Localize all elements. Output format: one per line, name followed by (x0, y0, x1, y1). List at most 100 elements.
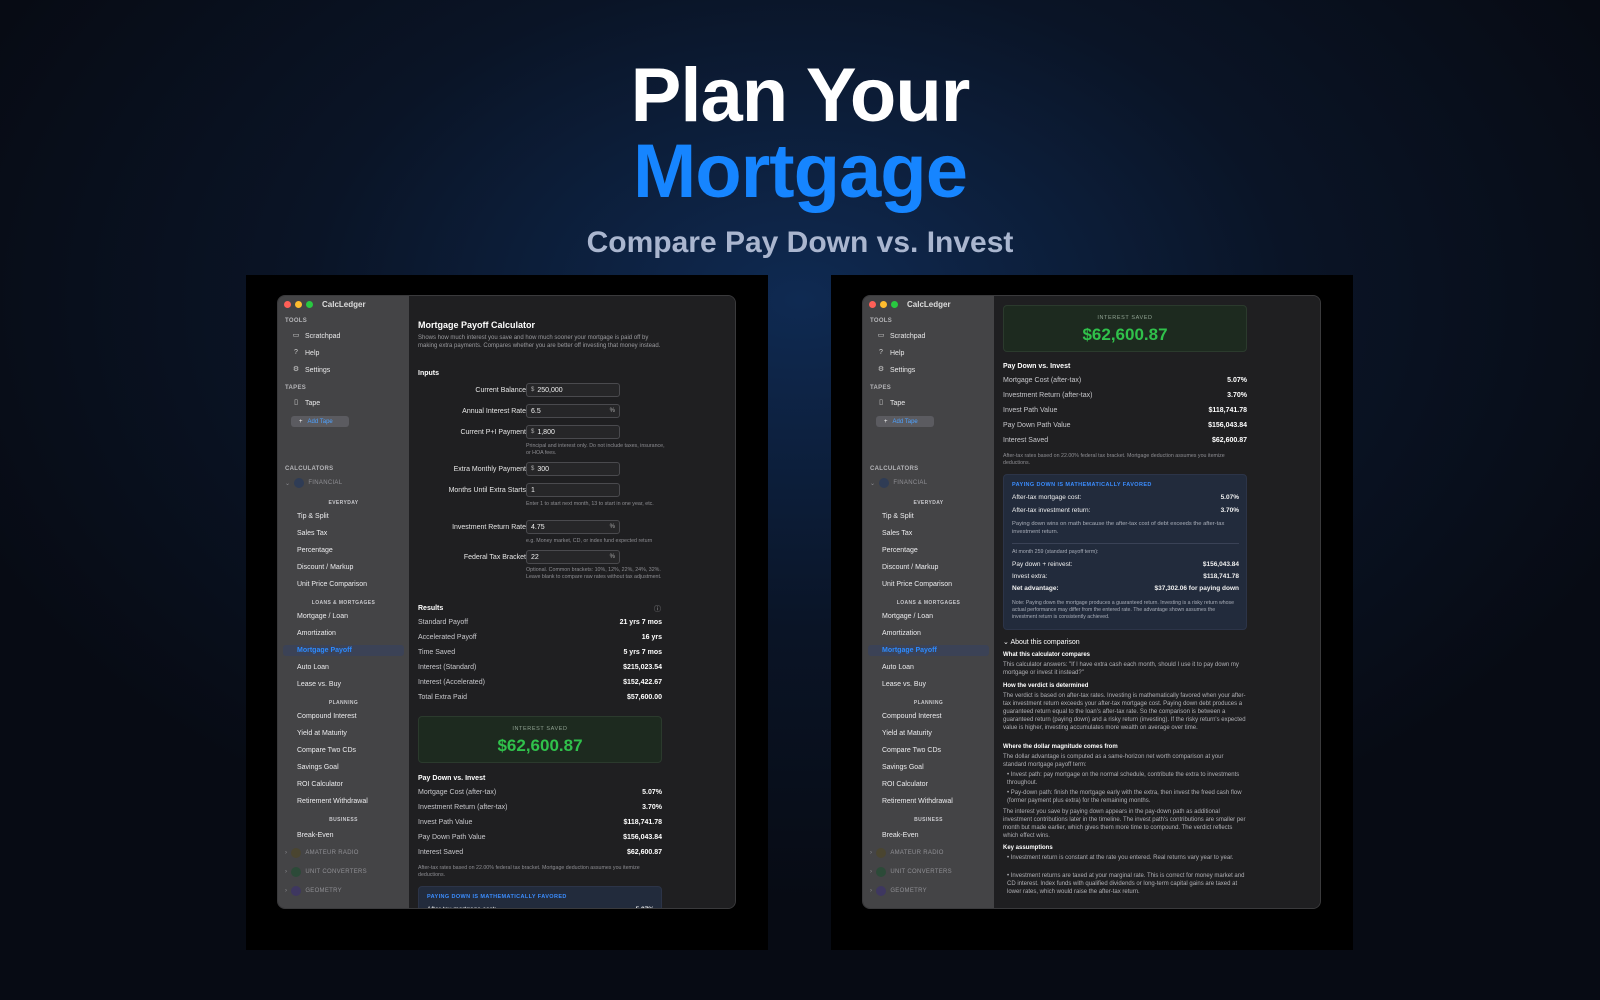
close-window-button[interactable] (869, 301, 876, 308)
extra-payment-label: Extra Monthly Payment (453, 466, 526, 473)
group-unit-converters[interactable]: › UNIT CONVERTERS (870, 867, 952, 877)
interest-saved-label: INTEREST SAVED (1097, 315, 1153, 321)
calc-savings-goal[interactable]: Savings Goal (297, 762, 339, 773)
tax-bracket-help: Optional. Common brackets: 10%, 12%, 22%… (526, 567, 662, 581)
comparison-row: Invest Path Value $118,741.78 (1003, 407, 1247, 414)
sidebar-item-tape[interactable]: ▯ Tape (292, 398, 320, 408)
tapes-section-label: TAPES (870, 385, 892, 391)
calc-unit-price[interactable]: Unit Price Comparison (297, 579, 367, 590)
calc-roi[interactable]: ROI Calculator (297, 779, 343, 790)
tax-bracket-label: Federal Tax Bracket (463, 554, 526, 561)
loans-subheading: LOANS & MORTGAGES (311, 600, 376, 606)
calc-break-even[interactable]: Break-Even (297, 830, 334, 841)
calc-yield-at-maturity[interactable]: Yield at Maturity (297, 728, 347, 739)
group-amateur-radio[interactable]: › AMATEUR RADIO (285, 848, 359, 858)
calc-lease-vs-buy[interactable]: Lease vs. Buy (297, 679, 341, 690)
calc-percentage[interactable]: Percentage (297, 545, 333, 556)
add-tape-button[interactable]: + Add Tape (876, 416, 934, 427)
interest-rate-input[interactable]: 6.5% (526, 404, 620, 418)
calc-amortization[interactable]: Amortization (882, 628, 921, 639)
info-icon[interactable]: ⓘ (654, 604, 661, 614)
zoom-window-button[interactable] (306, 301, 313, 308)
calc-retirement-withdrawal[interactable]: Retirement Withdrawal (297, 796, 368, 807)
antenna-icon (291, 848, 302, 858)
calc-mortgage-loan[interactable]: Mortgage / Loan (882, 611, 933, 622)
calc-amortization[interactable]: Amortization (297, 628, 336, 639)
sidebar: CalcLedger TOOLS ▭ Scratchpad ? Help ⚙ Sett… (863, 296, 994, 908)
calc-compare-cds[interactable]: Compare Two CDs (297, 745, 356, 756)
calc-retirement-withdrawal[interactable]: Retirement Withdrawal (882, 796, 953, 807)
group-geometry[interactable]: › GEOMETRY (870, 886, 927, 896)
zoom-window-button[interactable] (891, 301, 898, 308)
group-financial[interactable]: ⌄ FINANCIAL (870, 478, 927, 488)
about-text: This calculator answers: "If I have extr… (1003, 662, 1239, 677)
calc-compound-interest[interactable]: Compound Interest (297, 711, 357, 722)
compass-icon (291, 886, 302, 896)
investment-rate-input[interactable]: 4.75% (526, 520, 620, 534)
interest-saved-card: INTEREST SAVED $62,600.87 (1003, 305, 1247, 352)
calc-tip-split[interactable]: Tip & Split (297, 511, 329, 522)
chevron-right-icon: › (285, 850, 288, 856)
calc-sales-tax[interactable]: Sales Tax (297, 528, 327, 539)
chevron-down-icon: ⌄ (870, 480, 876, 487)
close-window-button[interactable] (284, 301, 291, 308)
calc-compare-cds[interactable]: Compare Two CDs (882, 745, 941, 756)
calc-savings-goal[interactable]: Savings Goal (882, 762, 924, 773)
calc-sales-tax[interactable]: Sales Tax (882, 528, 912, 539)
verdict-title: PAYING DOWN IS MATHEMATICALLY FAVORED (427, 894, 567, 900)
add-tape-button[interactable]: + Add Tape (291, 416, 349, 427)
calc-discount-markup[interactable]: Discount / Markup (882, 562, 938, 573)
calc-auto-loan[interactable]: Auto Loan (297, 662, 329, 673)
months-until-input[interactable]: 1 (526, 483, 620, 497)
planning-subheading: PLANNING (913, 700, 944, 706)
sidebar-item-settings[interactable]: ⚙ Settings (877, 365, 915, 375)
calc-lease-vs-buy[interactable]: Lease vs. Buy (882, 679, 926, 690)
interest-rate-label: Annual Interest Rate (462, 408, 526, 415)
app-window-left: CalcLedger TOOLS ▭ Scratchpad ? Help ⚙ Sett… (277, 295, 736, 909)
verdict-card: PAYING DOWN IS MATHEMATICALLY FAVORED Af… (418, 886, 662, 908)
calc-unit-price[interactable]: Unit Price Comparison (882, 579, 952, 590)
calc-compound-interest[interactable]: Compound Interest (882, 711, 942, 722)
calc-tip-split[interactable]: Tip & Split (882, 511, 914, 522)
group-geometry[interactable]: › GEOMETRY (285, 886, 342, 896)
verdict-row: Pay down + reinvest: $156,043.84 (1012, 561, 1239, 568)
calc-auto-loan[interactable]: Auto Loan (882, 662, 914, 673)
interest-saved-value: $62,600.87 (497, 736, 583, 755)
extra-payment-input[interactable]: $300 (526, 462, 620, 476)
pi-payment-label: Current P+I Payment (460, 429, 526, 436)
sidebar-item-scratchpad[interactable]: ▭ Scratchpad (292, 331, 341, 341)
sidebar-item-help[interactable]: ? Help (877, 348, 904, 358)
calc-break-even[interactable]: Break-Even (882, 830, 919, 841)
sidebar-item-tape[interactable]: ▯ Tape (877, 398, 905, 408)
about-toggle[interactable]: ⌄ About this comparison (1003, 638, 1080, 646)
comparison-row: Investment Return (after-tax) 3.70% (418, 804, 662, 811)
plus-icon: + (884, 418, 888, 425)
ruler-icon (291, 867, 302, 877)
sidebar-item-settings[interactable]: ⚙ Settings (292, 365, 330, 375)
current-balance-input[interactable]: $250,000 (526, 383, 620, 397)
months-until-help: Enter 1 to start next month, 13 to start… (526, 501, 654, 507)
sidebar-item-help[interactable]: ? Help (292, 348, 319, 358)
sidebar-item-scratchpad[interactable]: ▭ Scratchpad (877, 331, 926, 341)
minimize-window-button[interactable] (880, 301, 887, 308)
group-financial[interactable]: ⌄ FINANCIAL (285, 478, 342, 488)
current-balance-label: Current Balance (475, 387, 526, 394)
pi-payment-input[interactable]: $1,800 (526, 425, 620, 439)
group-amateur-radio[interactable]: › AMATEUR RADIO (870, 848, 944, 858)
calc-yield-at-maturity[interactable]: Yield at Maturity (882, 728, 932, 739)
calc-mortgage-payoff[interactable]: Mortgage Payoff (283, 645, 404, 656)
calc-roi[interactable]: ROI Calculator (882, 779, 928, 790)
gear-icon: ⚙ (877, 366, 885, 373)
document-icon: ▯ (294, 399, 298, 406)
minimize-window-button[interactable] (295, 301, 302, 308)
result-row: Time Saved 5 yrs 7 mos (418, 649, 662, 656)
everyday-subheading: EVERYDAY (913, 500, 944, 506)
hero-title-line1: Plan Your (630, 53, 971, 138)
calc-discount-markup[interactable]: Discount / Markup (297, 562, 353, 573)
calc-percentage[interactable]: Percentage (882, 545, 918, 556)
group-unit-converters[interactable]: › UNIT CONVERTERS (285, 867, 367, 877)
about-bullet: • Pay-down path: finish the mortgage ear… (1007, 790, 1242, 805)
calc-mortgage-payoff[interactable]: Mortgage Payoff (868, 645, 989, 656)
calc-mortgage-loan[interactable]: Mortgage / Loan (297, 611, 348, 622)
tax-bracket-input[interactable]: 22% (526, 550, 620, 564)
